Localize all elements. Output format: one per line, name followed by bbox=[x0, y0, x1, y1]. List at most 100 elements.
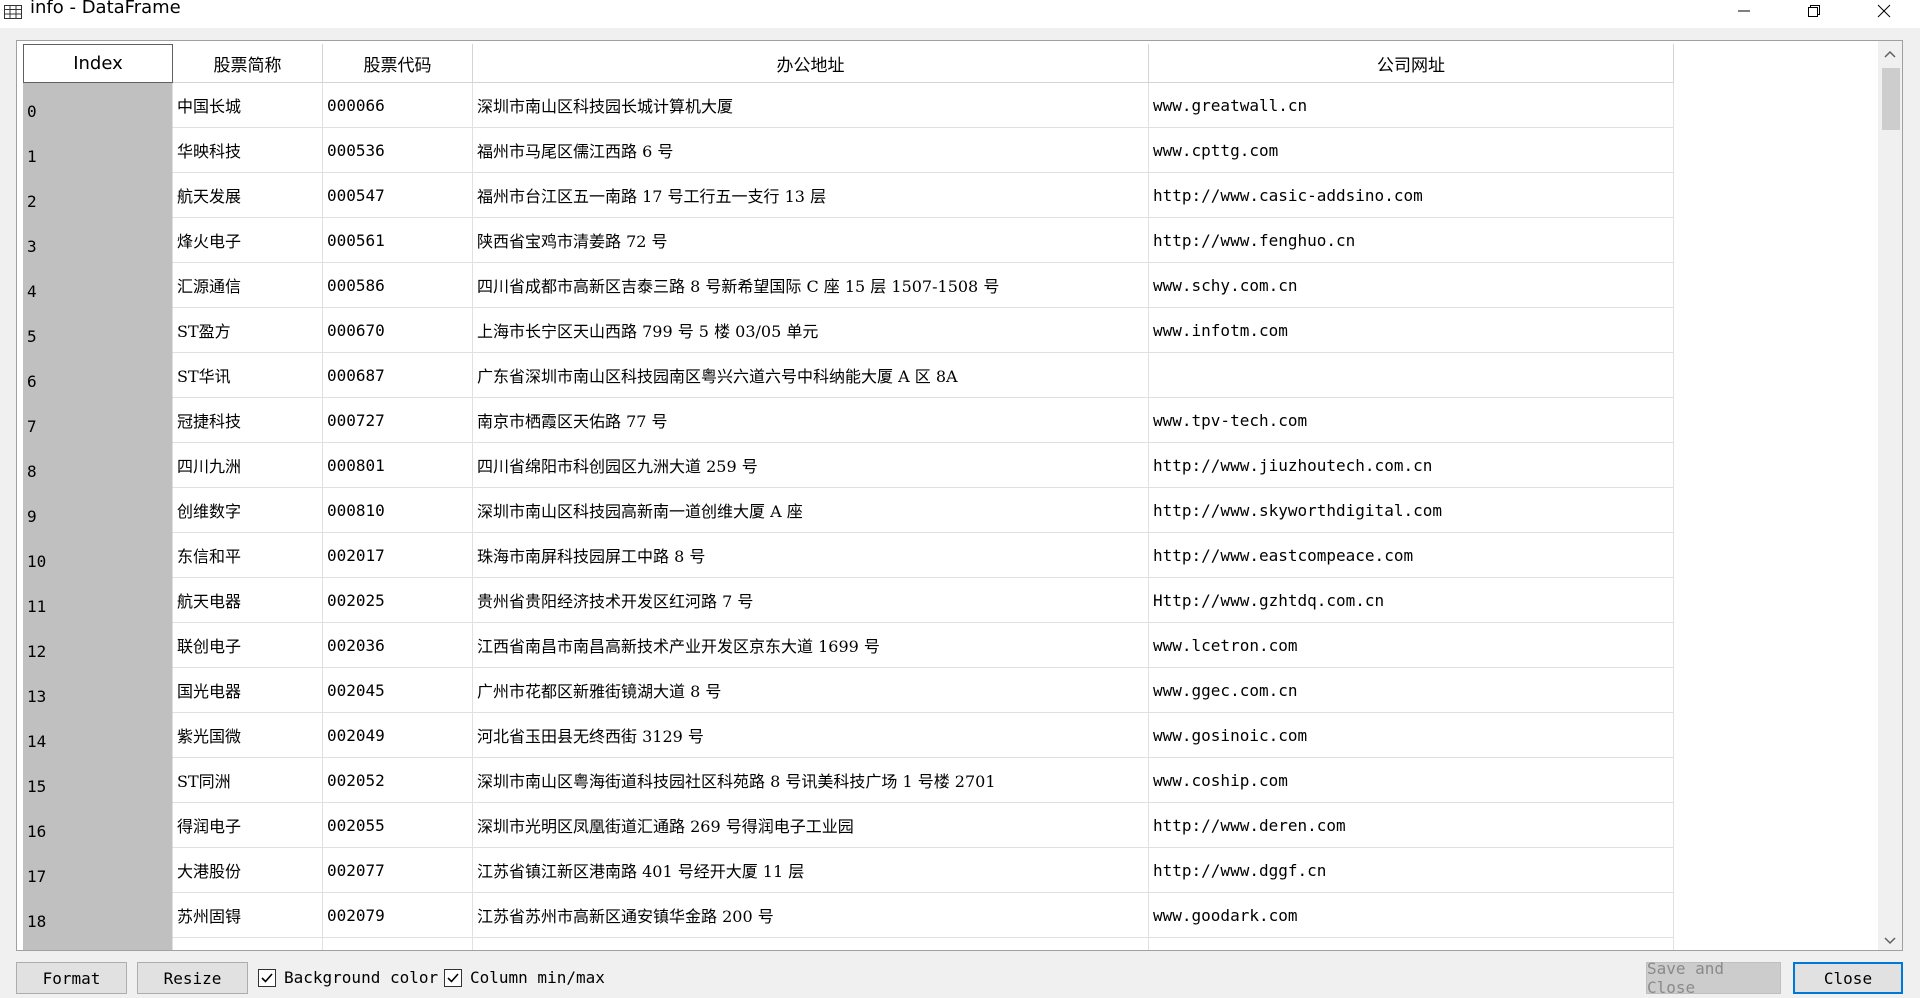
row-index-cell[interactable]: 14 bbox=[23, 713, 173, 758]
minimize-button[interactable] bbox=[1720, 0, 1768, 22]
row-index-cell[interactable]: 11 bbox=[23, 578, 173, 623]
stock-name-cell[interactable]: ST盈方 bbox=[173, 308, 323, 353]
address-cell[interactable] bbox=[473, 938, 1149, 950]
stock-code-cell[interactable]: 002036 bbox=[323, 623, 473, 668]
format-button[interactable]: Format bbox=[16, 962, 127, 994]
website-cell[interactable]: www.tpv-tech.com bbox=[1149, 398, 1674, 443]
website-cell[interactable]: http://www.skyworthdigital.com bbox=[1149, 488, 1674, 533]
column-minmax-checkbox[interactable]: Column min/max bbox=[444, 968, 605, 987]
column-header-address[interactable]: 办公地址 bbox=[473, 44, 1149, 83]
close-button[interactable]: Close bbox=[1793, 962, 1903, 994]
address-cell[interactable]: 福州市台江区五一南路 17 号工行五一支行 13 层 bbox=[473, 173, 1149, 218]
address-cell[interactable]: 珠海市南屏科技园屏工中路 8 号 bbox=[473, 533, 1149, 578]
stock-code-cell[interactable]: 000670 bbox=[323, 308, 473, 353]
website-cell[interactable] bbox=[1149, 938, 1674, 950]
stock-code-cell[interactable]: 000536 bbox=[323, 128, 473, 173]
scroll-down-button[interactable] bbox=[1878, 928, 1902, 950]
website-cell[interactable]: www.goodark.com bbox=[1149, 893, 1674, 938]
stock-name-cell[interactable]: 烽火电子 bbox=[173, 218, 323, 263]
column-header-code[interactable]: 股票代码 bbox=[323, 44, 473, 83]
website-cell[interactable]: www.infotm.com bbox=[1149, 308, 1674, 353]
stock-name-cell[interactable]: 四川九洲 bbox=[173, 443, 323, 488]
row-index-cell[interactable]: 13 bbox=[23, 668, 173, 713]
stock-name-cell[interactable]: 航天电器 bbox=[173, 578, 323, 623]
stock-code-cell[interactable]: 000066 bbox=[323, 83, 473, 128]
website-cell[interactable] bbox=[1149, 353, 1674, 398]
checkbox-box[interactable] bbox=[444, 968, 462, 987]
stock-name-cell[interactable] bbox=[173, 938, 323, 950]
address-cell[interactable]: 南京市栖霞区天佑路 77 号 bbox=[473, 398, 1149, 443]
row-index-cell[interactable]: 8 bbox=[23, 443, 173, 488]
website-cell[interactable]: www.greatwall.cn bbox=[1149, 83, 1674, 128]
column-header-website[interactable]: 公司网址 bbox=[1149, 44, 1674, 83]
address-cell[interactable]: 广州市花都区新雅街镜湖大道 8 号 bbox=[473, 668, 1149, 713]
website-cell[interactable]: http://www.dggf.cn bbox=[1149, 848, 1674, 893]
checkbox-box[interactable] bbox=[258, 968, 276, 987]
stock-code-cell[interactable]: 000801 bbox=[323, 443, 473, 488]
address-cell[interactable]: 江苏省镇江新区港南路 401 号经开大厦 11 层 bbox=[473, 848, 1149, 893]
website-cell[interactable]: http://www.fenghuo.cn bbox=[1149, 218, 1674, 263]
stock-name-cell[interactable]: ST同洲 bbox=[173, 758, 323, 803]
row-index-cell[interactable]: 16 bbox=[23, 803, 173, 848]
website-cell[interactable]: www.lcetron.com bbox=[1149, 623, 1674, 668]
row-index-cell[interactable] bbox=[23, 938, 173, 950]
website-cell[interactable]: Http://www.gzhtdq.com.cn bbox=[1149, 578, 1674, 623]
stock-name-cell[interactable]: 大港股份 bbox=[173, 848, 323, 893]
stock-name-cell[interactable]: 得润电子 bbox=[173, 803, 323, 848]
address-cell[interactable]: 四川省成都市高新区吉泰三路 8 号新希望国际 C 座 15 层 1507-150… bbox=[473, 263, 1149, 308]
stock-name-cell[interactable]: 苏州固锝 bbox=[173, 893, 323, 938]
address-cell[interactable]: 四川省绵阳市科创园区九洲大道 259 号 bbox=[473, 443, 1149, 488]
stock-name-cell[interactable]: 联创电子 bbox=[173, 623, 323, 668]
address-cell[interactable]: 江西省南昌市南昌高新技术产业开发区京东大道 1699 号 bbox=[473, 623, 1149, 668]
row-index-cell[interactable]: 7 bbox=[23, 398, 173, 443]
stock-code-cell[interactable]: 002077 bbox=[323, 848, 473, 893]
website-cell[interactable]: www.gosinoic.com bbox=[1149, 713, 1674, 758]
stock-name-cell[interactable]: 汇源通信 bbox=[173, 263, 323, 308]
row-index-cell[interactable]: 6 bbox=[23, 353, 173, 398]
row-index-cell[interactable]: 9 bbox=[23, 488, 173, 533]
address-cell[interactable]: 河北省玉田县无终西街 3129 号 bbox=[473, 713, 1149, 758]
restore-button[interactable] bbox=[1790, 0, 1838, 22]
stock-code-cell[interactable]: 002079 bbox=[323, 893, 473, 938]
website-cell[interactable]: http://www.casic-addsino.com bbox=[1149, 173, 1674, 218]
stock-code-cell[interactable]: 000547 bbox=[323, 173, 473, 218]
scroll-thumb[interactable] bbox=[1882, 68, 1900, 130]
stock-code-cell[interactable]: 000586 bbox=[323, 263, 473, 308]
save-and-close-button[interactable]: Save and Close bbox=[1646, 959, 1781, 997]
stock-code-cell[interactable]: 000810 bbox=[323, 488, 473, 533]
column-header-name[interactable]: 股票简称 bbox=[173, 44, 323, 83]
website-cell[interactable]: www.schy.com.cn bbox=[1149, 263, 1674, 308]
row-index-cell[interactable]: 2 bbox=[23, 173, 173, 218]
stock-name-cell[interactable]: 国光电器 bbox=[173, 668, 323, 713]
website-cell[interactable]: www.cpttg.com bbox=[1149, 128, 1674, 173]
stock-code-cell[interactable]: 000727 bbox=[323, 398, 473, 443]
row-index-cell[interactable]: 4 bbox=[23, 263, 173, 308]
address-cell[interactable]: 江苏省苏州市高新区通安镇华金路 200 号 bbox=[473, 893, 1149, 938]
address-cell[interactable]: 贵州省贵阳经济技术开发区红河路 7 号 bbox=[473, 578, 1149, 623]
row-index-cell[interactable]: 15 bbox=[23, 758, 173, 803]
column-header-index[interactable]: Index bbox=[23, 44, 173, 83]
stock-name-cell[interactable]: ST华讯 bbox=[173, 353, 323, 398]
stock-code-cell[interactable] bbox=[323, 938, 473, 950]
row-index-cell[interactable]: 5 bbox=[23, 308, 173, 353]
stock-name-cell[interactable]: 华映科技 bbox=[173, 128, 323, 173]
stock-name-cell[interactable]: 紫光国微 bbox=[173, 713, 323, 758]
row-index-cell[interactable]: 12 bbox=[23, 623, 173, 668]
stock-name-cell[interactable]: 东信和平 bbox=[173, 533, 323, 578]
address-cell[interactable]: 福州市马尾区儒江西路 6 号 bbox=[473, 128, 1149, 173]
window-close-button[interactable] bbox=[1860, 0, 1908, 22]
stock-name-cell[interactable]: 航天发展 bbox=[173, 173, 323, 218]
stock-code-cell[interactable]: 000687 bbox=[323, 353, 473, 398]
background-color-checkbox[interactable]: Background color bbox=[258, 968, 438, 987]
dataframe-table[interactable]: Index 股票简称 股票代码 办公地址 公司网址 0 中国长城 000066 深圳市… bbox=[16, 40, 1903, 951]
stock-code-cell[interactable]: 000561 bbox=[323, 218, 473, 263]
address-cell[interactable]: 深圳市南山区粤海街道科技园社区科苑路 8 号讯美科技广场 1 号楼 2701 bbox=[473, 758, 1149, 803]
row-index-cell[interactable]: 18 bbox=[23, 893, 173, 938]
address-cell[interactable]: 广东省深圳市南山区科技园南区粤兴六道六号中科纳能大厦 A 区 8A bbox=[473, 353, 1149, 398]
row-index-cell[interactable]: 0 bbox=[23, 83, 173, 128]
row-index-cell[interactable]: 17 bbox=[23, 848, 173, 893]
website-cell[interactable]: http://www.deren.com bbox=[1149, 803, 1674, 848]
resize-button[interactable]: Resize bbox=[137, 962, 248, 994]
stock-name-cell[interactable]: 冠捷科技 bbox=[173, 398, 323, 443]
stock-code-cell[interactable]: 002055 bbox=[323, 803, 473, 848]
